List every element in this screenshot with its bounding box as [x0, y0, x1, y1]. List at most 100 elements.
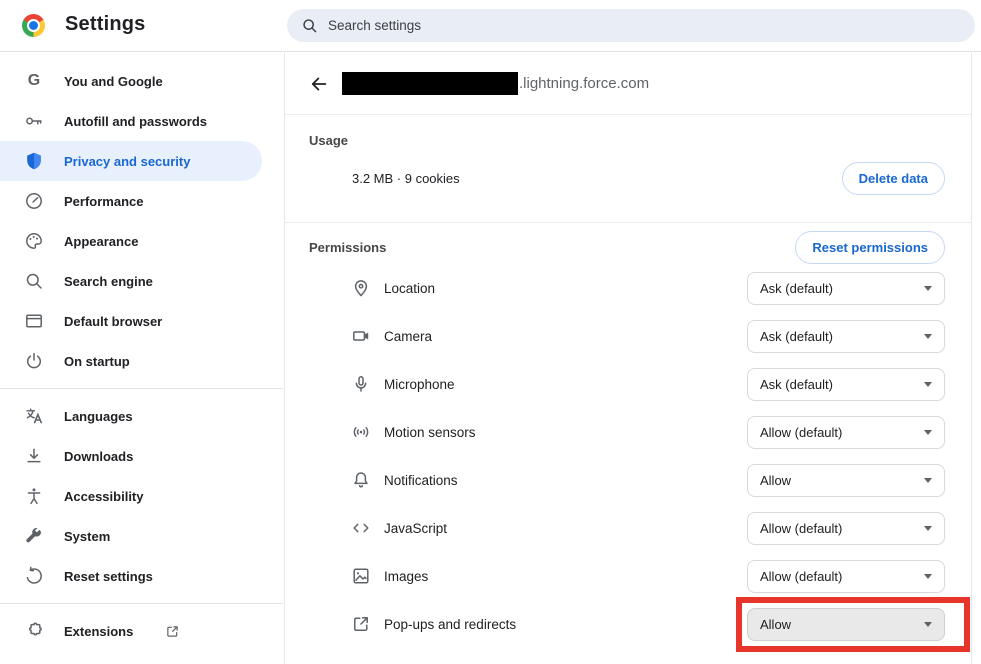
- reset-permissions-button[interactable]: Reset permissions: [795, 231, 945, 264]
- dropdown-value: Allow (default): [760, 520, 843, 536]
- permission-label: Notifications: [384, 472, 458, 488]
- permission-label: Camera: [384, 328, 433, 344]
- sidebar-item-accessibility[interactable]: Accessibility: [0, 476, 283, 516]
- app-title: Settings: [65, 13, 146, 35]
- external-link-icon: [165, 624, 180, 639]
- search-input[interactable]: [328, 18, 961, 33]
- delete-data-button[interactable]: Delete data: [841, 162, 945, 195]
- popup-icon: [351, 614, 371, 634]
- key-icon: [24, 111, 44, 131]
- video-camera-icon: [351, 326, 371, 346]
- chevron-down-icon: [924, 429, 932, 435]
- sidebar-item-performance[interactable]: Performance: [0, 181, 283, 221]
- sidebar-item-label: You and Google: [64, 73, 163, 89]
- google-g-icon: G: [27, 72, 41, 89]
- sidebar-item-label: Appearance: [64, 233, 139, 249]
- sidebar-divider: [0, 603, 283, 604]
- sidebar-item-label: Privacy and security: [64, 153, 191, 169]
- permission-label: Microphone: [384, 376, 455, 392]
- sidebar-item-search-engine[interactable]: Search engine: [0, 261, 283, 301]
- dropdown-value: Ask (default): [760, 328, 833, 344]
- usage-section: Usage 3.2 MB · 9 cookies Delete data: [285, 133, 971, 223]
- sidebar-item-languages[interactable]: Languages: [0, 396, 283, 436]
- search-icon: [301, 17, 318, 34]
- chevron-down-icon: [924, 621, 932, 627]
- sidebar-item-label: Search engine: [64, 273, 153, 289]
- dropdown-value: Allow: [760, 616, 792, 632]
- chevron-down-icon: [924, 525, 932, 531]
- usage-summary: 3.2 MB · 9 cookies: [352, 171, 460, 186]
- chevron-down-icon: [924, 477, 932, 483]
- dropdown-value: Ask (default): [760, 376, 833, 392]
- sidebar-divider: [0, 388, 283, 389]
- chevron-down-icon: [924, 381, 932, 387]
- app-header: Settings: [0, 0, 981, 52]
- sidebar-item-system[interactable]: System: [0, 516, 283, 556]
- chevron-down-icon: [924, 285, 932, 291]
- permission-label: Location: [384, 280, 436, 296]
- sidebar-item-appearance[interactable]: Appearance: [0, 221, 283, 261]
- permission-row-popups: Pop-ups and redirects Allow: [285, 596, 971, 652]
- images-permission-dropdown[interactable]: Allow (default): [747, 559, 945, 593]
- sidebar-item-default-browser[interactable]: Default browser: [0, 301, 283, 341]
- permission-row-camera: Camera Ask (default): [285, 312, 971, 360]
- microphone-icon: [351, 374, 371, 394]
- permissions-section: Permissions Reset permissions Location A…: [285, 231, 971, 652]
- wrench-icon: [24, 526, 44, 546]
- sidebar-item-downloads[interactable]: Downloads: [0, 436, 283, 476]
- translate-icon: [24, 406, 44, 426]
- browser-window-icon: [24, 311, 44, 331]
- download-icon: [24, 446, 44, 466]
- permission-label: Pop-ups and redirects: [384, 616, 517, 632]
- sidebar-item-label: Extensions: [64, 623, 134, 639]
- permission-row-javascript: JavaScript Allow (default): [285, 504, 971, 552]
- sidebar-item-privacy-and-security[interactable]: Privacy and security: [0, 141, 262, 181]
- back-arrow-icon[interactable]: [308, 73, 330, 95]
- sidebar-item-reset-settings[interactable]: Reset settings: [0, 556, 283, 596]
- dropdown-value: Allow: [760, 472, 792, 488]
- dropdown-value: Allow (default): [760, 424, 843, 440]
- sidebar-item-extensions[interactable]: Extensions: [0, 611, 283, 651]
- power-icon: [24, 351, 44, 371]
- puzzle-icon: [24, 621, 44, 641]
- permission-label: Images: [384, 568, 429, 584]
- permission-row-notifications: Notifications Allow: [285, 456, 971, 504]
- sidebar-item-label: Autofill and passwords: [64, 113, 208, 129]
- speedometer-icon: [24, 191, 44, 211]
- motion-sensors-permission-dropdown[interactable]: Allow (default): [747, 415, 945, 449]
- chevron-down-icon: [924, 573, 932, 579]
- bell-icon: [351, 470, 371, 490]
- camera-permission-dropdown[interactable]: Ask (default): [747, 319, 945, 353]
- sidebar-item-label: Default browser: [64, 313, 163, 329]
- sidebar-item-on-startup[interactable]: On startup: [0, 341, 283, 381]
- permission-label: Motion sensors: [384, 424, 476, 440]
- settings-search-bar[interactable]: [287, 9, 975, 42]
- search-icon: [24, 271, 44, 291]
- settings-sidebar: G You and Google Autofill and passwords …: [0, 53, 283, 664]
- accessibility-icon: [24, 486, 44, 506]
- notifications-permission-dropdown[interactable]: Allow: [747, 463, 945, 497]
- usage-row: 3.2 MB · 9 cookies Delete data: [285, 162, 971, 195]
- usage-section-label: Usage: [309, 133, 349, 148]
- permission-row-microphone: Microphone Ask (default): [285, 360, 971, 408]
- microphone-permission-dropdown[interactable]: Ask (default): [747, 367, 945, 401]
- location-permission-dropdown[interactable]: Ask (default): [747, 271, 945, 305]
- dropdown-value: Ask (default): [760, 280, 833, 296]
- site-settings-panel: .lightning.force.com Usage 3.2 MB · 9 co…: [284, 53, 972, 664]
- reset-icon: [24, 566, 44, 586]
- site-header-row: .lightning.force.com: [285, 53, 971, 115]
- site-domain-suffix: .lightning.force.com: [519, 75, 650, 92]
- redacted-site-name: [342, 72, 518, 95]
- chevron-down-icon: [924, 333, 932, 339]
- permissions-header-row: Permissions Reset permissions: [285, 231, 971, 264]
- code-icon: [351, 518, 371, 538]
- javascript-permission-dropdown[interactable]: Allow (default): [747, 511, 945, 545]
- popups-permission-dropdown[interactable]: Allow: [747, 607, 945, 641]
- shield-icon: [24, 151, 44, 171]
- motion-sensors-icon: [351, 422, 371, 442]
- sidebar-item-autofill[interactable]: Autofill and passwords: [0, 101, 283, 141]
- permission-label: JavaScript: [384, 520, 448, 536]
- image-icon: [351, 566, 371, 586]
- chrome-logo-icon: [22, 14, 45, 37]
- sidebar-item-you-and-google[interactable]: G You and Google: [0, 61, 283, 101]
